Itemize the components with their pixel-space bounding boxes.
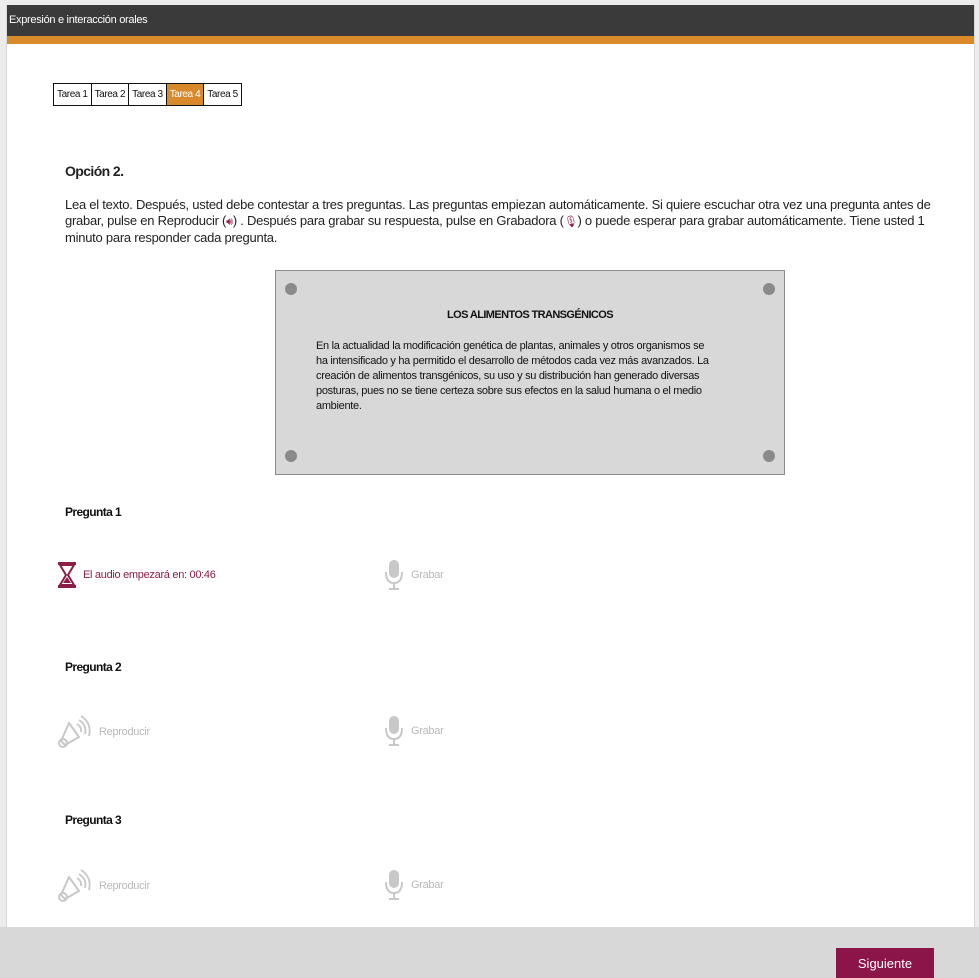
question-3-play-button[interactable]: Reproducir xyxy=(57,869,150,903)
countdown-label: El audio empezará en: 00:46 xyxy=(83,569,216,581)
window-title: Expresión e interacción orales xyxy=(9,14,148,26)
instructions-text-2: ) . Después para grabar su respuesta, pu… xyxy=(232,213,564,228)
play-label: Reproducir xyxy=(99,880,150,892)
screw-icon xyxy=(763,450,775,462)
question-2-heading: Pregunta 2 xyxy=(65,660,122,674)
microphone-icon xyxy=(385,716,403,746)
screw-icon xyxy=(763,283,775,295)
hourglass-icon xyxy=(58,562,76,588)
record-label: Grabar xyxy=(411,879,444,891)
speaker-icon xyxy=(58,869,91,902)
microphone-icon xyxy=(385,870,403,900)
next-button[interactable]: Siguiente xyxy=(836,948,934,978)
tab-tarea-1[interactable]: Tarea 1 xyxy=(54,84,92,105)
question-1-countdown: El audio empezará en: 00:46 xyxy=(57,561,216,589)
reading-title: LOS ALIMENTOS TRANSGÉNICOS xyxy=(447,309,614,321)
title-bar: Expresión e interacción orales xyxy=(7,5,974,44)
reading-plaque: LOS ALIMENTOS TRANSGÉNICOS En la actuali… xyxy=(275,270,785,475)
tab-tarea-4[interactable]: Tarea 4 xyxy=(166,84,205,105)
tab-tarea-3[interactable]: Tarea 3 xyxy=(129,84,167,105)
question-1-record-button[interactable]: Grabar xyxy=(383,559,444,591)
reading-body: En la actualidad la modificación genétic… xyxy=(316,340,709,412)
question-2-play-button[interactable]: Reproducir xyxy=(57,715,150,749)
speaker-icon xyxy=(58,715,91,748)
play-label: Reproducir xyxy=(99,726,150,738)
question-3-heading: Pregunta 3 xyxy=(65,813,122,827)
exam-window: Expresión e interacción orales Tarea 1 T… xyxy=(6,5,975,978)
question-3-record-button[interactable]: Grabar xyxy=(383,869,444,901)
microphone-icon: 🎙︎ xyxy=(563,216,578,228)
question-2-record-button[interactable]: Grabar xyxy=(383,715,444,747)
task-tabs: Tarea 1 Tarea 2 Tarea 3 Tarea 4 Tarea 5 xyxy=(53,83,242,106)
microphone-icon xyxy=(385,560,403,590)
footer-bar xyxy=(0,927,979,978)
tab-tarea-5[interactable]: Tarea 5 xyxy=(204,84,241,105)
instructions: Lea el texto. Después, usted debe contes… xyxy=(65,197,965,246)
option-heading: Opción 2. xyxy=(65,163,124,179)
record-label: Grabar xyxy=(411,569,444,581)
screw-icon xyxy=(285,450,297,462)
tab-tarea-2[interactable]: Tarea 2 xyxy=(91,84,130,105)
question-1-heading: Pregunta 1 xyxy=(65,505,122,519)
screw-icon xyxy=(285,283,297,295)
speaker-icon: 🔊︎ xyxy=(226,216,233,228)
record-label: Grabar xyxy=(411,725,444,737)
